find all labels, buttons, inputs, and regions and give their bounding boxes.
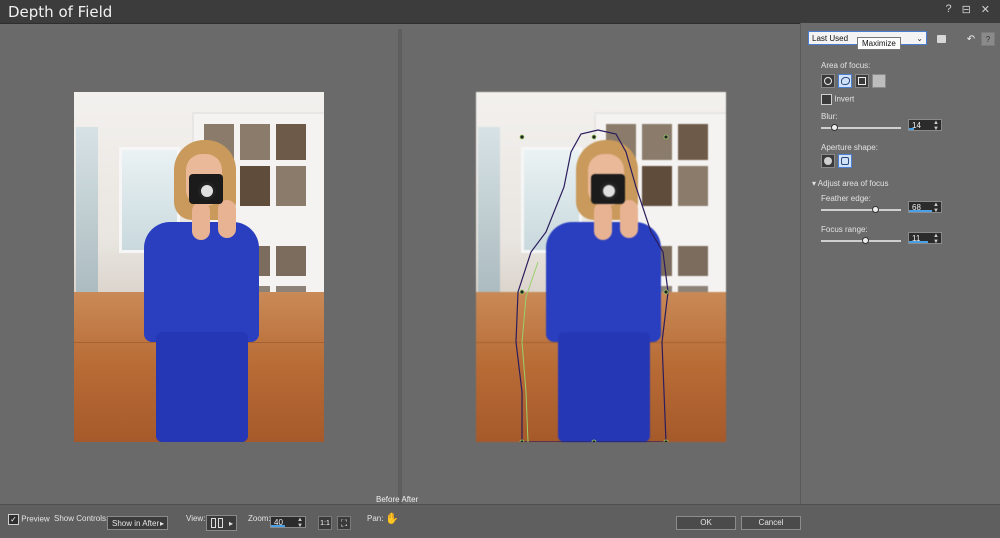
zoom-level-bar — [271, 525, 285, 527]
zoom-label: Zoom: — [248, 514, 271, 523]
view-label: View: — [186, 514, 206, 523]
maximize-icon[interactable]: ⊟ — [962, 3, 971, 16]
blur-slider-thumb[interactable] — [830, 124, 838, 131]
freehand-focus-button[interactable] — [838, 74, 852, 88]
save-icon — [936, 35, 946, 43]
preset-value: Last Used — [812, 34, 849, 43]
area-of-focus-label: Area of focus: — [821, 61, 871, 70]
feather-level-bar — [909, 210, 933, 212]
chevron-right-icon: ▸ — [228, 519, 233, 528]
circle-aperture-icon — [824, 157, 832, 165]
aperture-round-button[interactable] — [821, 154, 835, 168]
chevron-down-icon: ▾ — [812, 179, 817, 188]
show-controls-label: Show Controls: — [54, 514, 109, 523]
show-controls-dropdown[interactable]: Show in After ▸ — [107, 516, 168, 530]
focus-range-slider-thumb[interactable] — [862, 237, 869, 244]
undo-icon: ↶ — [966, 33, 976, 45]
show-controls-value: Show in After — [112, 519, 160, 528]
spinner-arrows-icon[interactable]: ▲ ▼ — [933, 202, 939, 214]
aperture-hexagon-button[interactable] — [838, 154, 852, 168]
after-label: After — [401, 495, 419, 504]
blur-label: Blur: — [821, 112, 838, 121]
view-mode-dropdown[interactable]: ▸ — [206, 515, 237, 531]
reset-button[interactable]: ↶ — [964, 32, 978, 46]
focus-range-label: Focus range: — [821, 225, 868, 234]
zoom-input[interactable]: 40 ▲ ▼ — [270, 516, 306, 529]
chevron-right-icon: ▸ — [159, 519, 164, 528]
help-icon[interactable]: ? — [945, 3, 951, 16]
close-icon[interactable]: ✕ — [981, 3, 990, 16]
title-bar: Depth of Field ? ⊟ ✕ — [0, 0, 1000, 24]
hand-pan-icon[interactable]: ✋ — [385, 512, 399, 525]
invert-checkbox[interactable] — [821, 94, 832, 105]
feather-edge-label: Feather edge: — [821, 194, 871, 203]
fit-to-window-icon: ⛶ — [340, 517, 348, 528]
zoom-fit-button[interactable]: ⛶ — [337, 516, 351, 530]
focus-range-level-bar — [909, 241, 928, 243]
chevron-down-icon: ⌄ — [916, 34, 923, 43]
split-view-icon-right — [218, 518, 223, 528]
focus-range-input[interactable]: 11 ▲ ▼ — [908, 232, 942, 245]
blur-input[interactable]: 14 ▲ ▼ — [908, 119, 942, 132]
spinner-arrows-icon[interactable]: ▲ ▼ — [297, 517, 303, 529]
invert-toggle[interactable]: Invert — [821, 94, 854, 105]
invert-label: Invert — [834, 94, 855, 104]
before-label: Before — [376, 495, 400, 504]
adjust-area-header[interactable]: ▾ Adjust area of focus — [812, 179, 889, 188]
preview-toggle[interactable]: ✓ Preview — [8, 514, 50, 525]
question-icon: ? — [985, 34, 991, 44]
before-after-label: Before After — [376, 495, 418, 504]
adjust-area-label: Adjust area of focus — [817, 179, 889, 188]
clear-selection-button[interactable] — [872, 74, 886, 88]
rectangle-focus-button[interactable] — [855, 74, 869, 88]
before-photo — [74, 92, 324, 442]
spinner-arrows-icon[interactable]: ▲ ▼ — [933, 233, 939, 245]
window-title: Depth of Field — [8, 3, 113, 21]
maximize-tooltip: Maximize — [857, 37, 901, 50]
after-pane — [402, 29, 800, 504]
rectangle-icon — [858, 77, 866, 85]
feather-edge-slider[interactable] — [821, 206, 901, 213]
actual-size-icon: 1:1 — [320, 519, 330, 527]
lasso-icon — [840, 77, 850, 85]
focus-area-outline[interactable] — [476, 92, 726, 442]
preview-checkbox[interactable]: ✓ — [8, 514, 19, 525]
window-controls: ? ⊟ ✕ — [945, 3, 990, 16]
ok-button[interactable]: OK — [676, 516, 736, 530]
hexagon-aperture-icon — [841, 157, 849, 165]
cancel-button[interactable]: Cancel — [741, 516, 801, 530]
focus-range-slider[interactable] — [821, 237, 901, 244]
circle-icon — [824, 77, 832, 85]
blur-slider[interactable] — [821, 124, 901, 131]
feather-edge-input[interactable]: 68 ▲ ▼ — [908, 201, 942, 214]
pan-label: Pan: — [367, 514, 384, 523]
zoom-actual-size-button[interactable]: 1:1 — [318, 516, 332, 530]
spinner-arrows-icon[interactable]: ▲ ▼ — [933, 120, 939, 132]
split-view-icon — [211, 518, 216, 528]
help-button[interactable]: ? — [981, 32, 995, 46]
preview-label: Preview — [21, 514, 50, 524]
circle-focus-button[interactable] — [821, 74, 835, 88]
before-pane — [0, 29, 398, 504]
save-preset-button[interactable] — [934, 32, 948, 46]
aperture-shape-label: Aperture shape: — [821, 143, 878, 152]
blur-level-bar — [909, 128, 915, 130]
